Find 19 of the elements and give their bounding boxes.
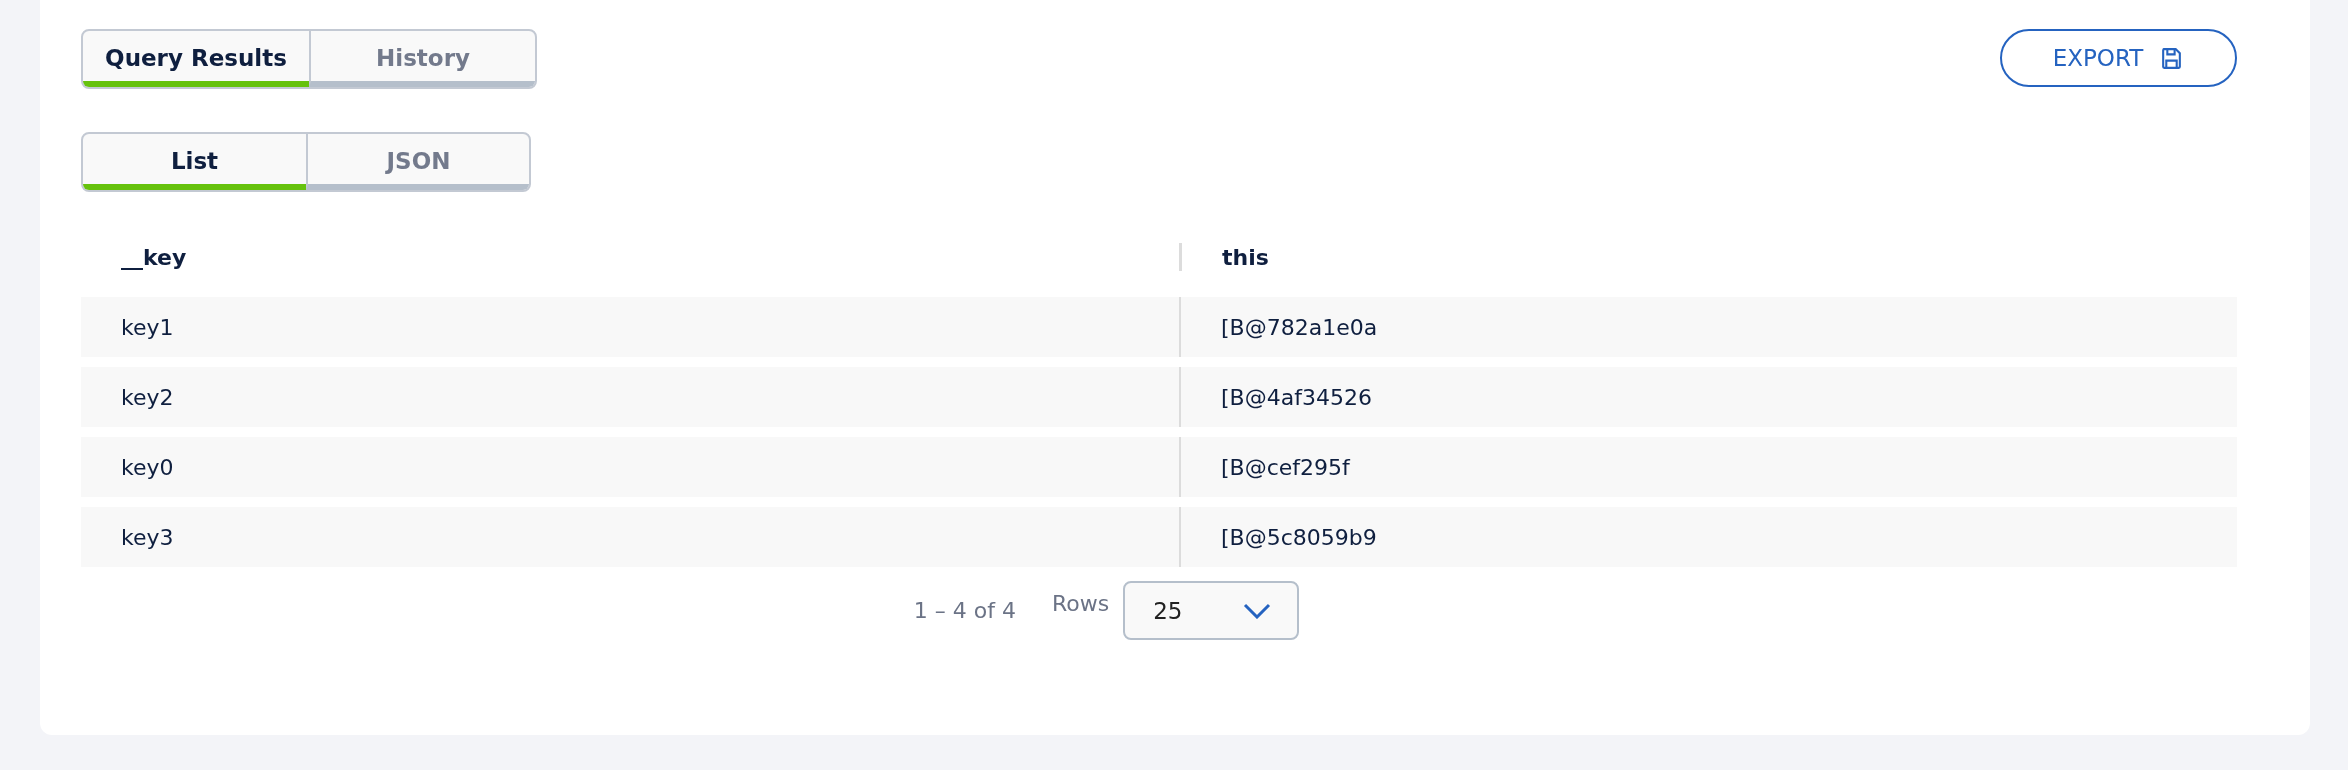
column-header: __key — [121, 244, 187, 270]
tab[interactable]: List — [83, 134, 306, 190]
tab[interactable]: Query Results — [83, 31, 309, 87]
column-header: this — [1222, 244, 1269, 270]
table-cell: key3 — [121, 524, 174, 550]
table-cell: [B@5c8059b9 — [1221, 524, 1377, 550]
table-cell: [B@cef295f — [1221, 454, 1350, 480]
table-cell: key2 — [121, 384, 174, 410]
table-cell: key1 — [121, 314, 174, 340]
page-range: 1 – 4 of 4 — [913, 598, 1016, 623]
export-button[interactable]: EXPORT — [2000, 29, 2237, 87]
table-cell: [B@782a1e0a — [1221, 314, 1378, 340]
chevron-down-icon — [1243, 602, 1272, 619]
tab[interactable]: JSON — [306, 134, 529, 190]
tab[interactable]: History — [309, 31, 535, 87]
table-cell: [B@4af34526 — [1221, 384, 1372, 410]
table-cell: key0 — [121, 454, 174, 480]
rows-per-page-select[interactable]: 25 — [1123, 581, 1300, 640]
rows-label: Rows — [1051, 591, 1110, 616]
